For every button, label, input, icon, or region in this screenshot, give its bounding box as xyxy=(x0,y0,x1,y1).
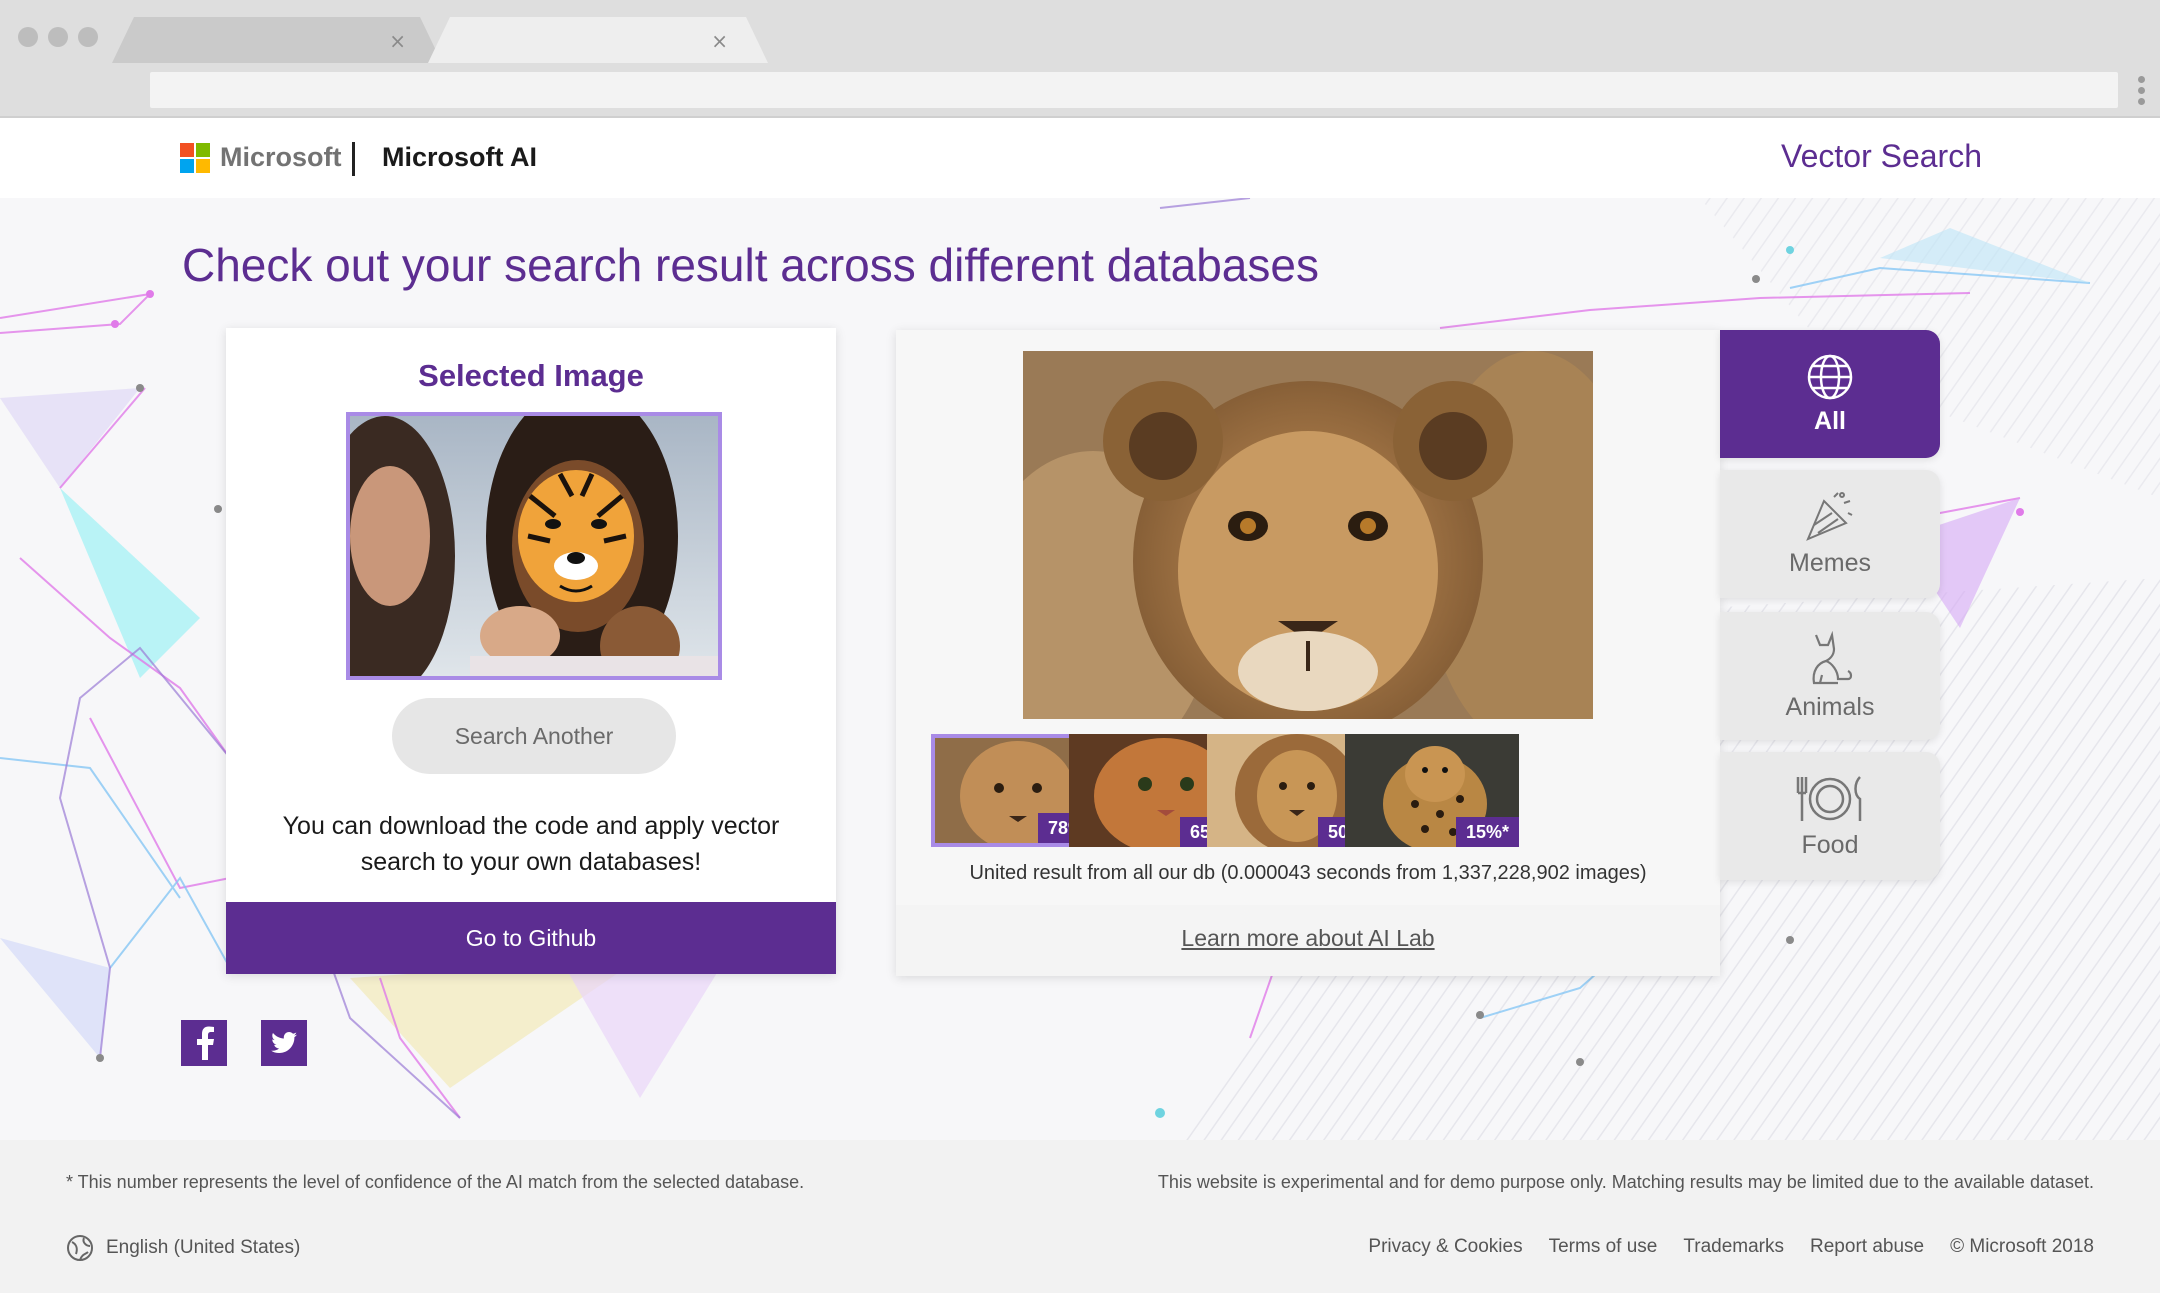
category-memes[interactable]: Memes xyxy=(1720,470,1940,598)
go-to-github-button[interactable]: Go to Github xyxy=(226,902,836,974)
selected-image[interactable] xyxy=(346,412,722,680)
trademarks-link[interactable]: Trademarks xyxy=(1683,1236,1784,1258)
globe-icon xyxy=(67,1235,93,1261)
browser-chrome: × × xyxy=(0,0,2160,118)
category-label: Memes xyxy=(1789,548,1871,577)
locale-label: English (United States) xyxy=(106,1237,301,1258)
result-panel: 78%* 65%* 50%* xyxy=(896,330,1720,905)
main-result-image[interactable] xyxy=(1023,351,1593,719)
report-abuse-link[interactable]: Report abuse xyxy=(1810,1236,1924,1258)
footer-links: Privacy & Cookies Terms of use Trademark… xyxy=(1368,1236,2094,1258)
learn-more-link[interactable]: Learn more about AI Lab xyxy=(896,925,1720,952)
category-label: All xyxy=(1814,406,1846,435)
product-name[interactable]: Microsoft AI xyxy=(382,142,537,173)
category-label: Food xyxy=(1801,830,1859,859)
page-headline: Check out your search result across diff… xyxy=(182,239,1319,291)
locale-selector[interactable]: English (United States) xyxy=(66,1234,300,1262)
tab-close-icon[interactable]: × xyxy=(711,29,728,53)
cat-icon xyxy=(1812,630,1853,684)
address-bar[interactable] xyxy=(150,72,2118,108)
header-divider xyxy=(352,142,355,176)
confidence-footnote: * This number represents the level of co… xyxy=(66,1172,805,1192)
download-note: You can download the code and apply vect… xyxy=(282,812,780,876)
facebook-button[interactable] xyxy=(181,1020,227,1066)
browser-tab-active[interactable]: × xyxy=(428,17,768,63)
party-popper-icon xyxy=(1806,491,1853,541)
search-another-button[interactable]: Search Another xyxy=(392,698,676,774)
microsoft-squares-icon xyxy=(180,142,210,173)
result-summary: United result from all our db (0.000043 … xyxy=(969,862,1647,884)
browser-tab-inactive[interactable]: × xyxy=(112,17,442,63)
site-footer: * This number represents the level of co… xyxy=(0,1140,2160,1293)
brand-name: Microsoft xyxy=(220,142,342,172)
terms-link[interactable]: Terms of use xyxy=(1549,1236,1658,1258)
result-thumbnail[interactable]: 15%* xyxy=(1345,734,1519,847)
copyright: © Microsoft 2018 xyxy=(1950,1236,2094,1257)
category-food[interactable]: Food xyxy=(1720,752,1940,880)
facebook-icon xyxy=(197,1026,214,1060)
vector-search-link[interactable]: Vector Search xyxy=(1781,138,1982,175)
twitter-button[interactable] xyxy=(261,1020,307,1066)
selected-image-card: Selected Image Search Another You can do… xyxy=(226,328,836,974)
browser-menu-icon[interactable] xyxy=(2138,76,2146,105)
selected-image-title: Selected Image xyxy=(418,358,644,393)
disclaimer: This website is experimental and for dem… xyxy=(1157,1172,2094,1192)
category-animals[interactable]: Animals xyxy=(1720,612,1940,740)
face-paint-photo xyxy=(350,416,718,676)
twitter-icon xyxy=(271,1032,297,1053)
window-close-dot[interactable] xyxy=(18,27,38,47)
window-minimize-dot[interactable] xyxy=(48,27,68,47)
window-zoom-dot[interactable] xyxy=(78,27,98,47)
microsoft-logo[interactable]: Microsoft xyxy=(180,142,342,173)
category-label: Animals xyxy=(1785,692,1875,721)
globe-icon xyxy=(1807,354,1853,399)
plate-cutlery-icon xyxy=(1796,775,1862,821)
category-all[interactable]: All xyxy=(1720,330,1940,458)
confidence-badge: 15%* xyxy=(1455,817,1519,847)
search-result-card: 78%* 65%* 50%* xyxy=(896,330,1720,976)
lion-cub-photo xyxy=(1023,351,1593,719)
privacy-link[interactable]: Privacy & Cookies xyxy=(1368,1236,1522,1258)
site-header: Microsoft Microsoft AI Vector Search xyxy=(0,118,2160,198)
tab-close-icon[interactable]: × xyxy=(389,29,406,53)
